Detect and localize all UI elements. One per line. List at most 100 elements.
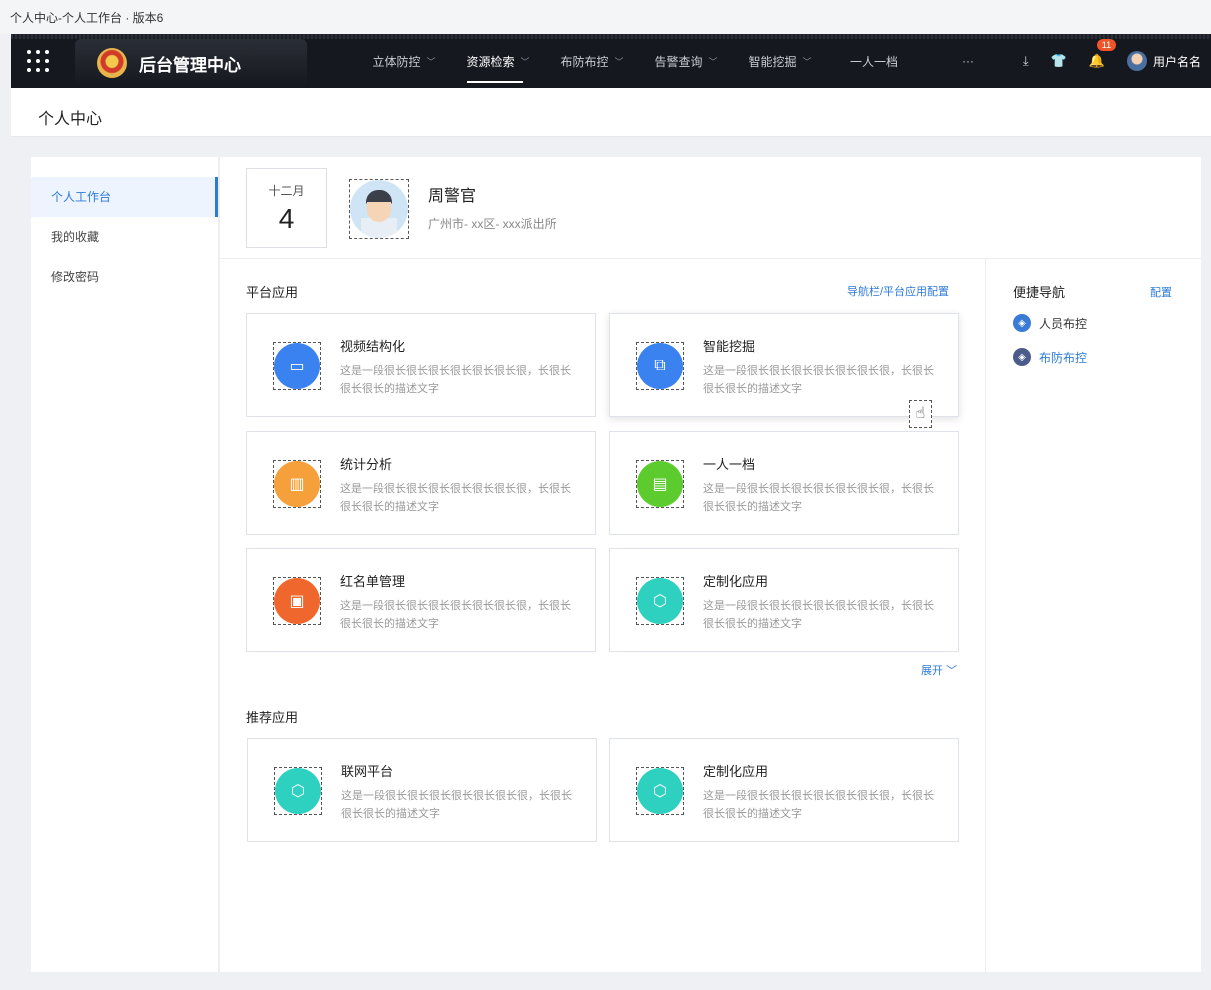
quick-nav-item-person-control[interactable]: ◈ 人员布控 xyxy=(1013,314,1087,332)
profile-address: 广州市- xx区- xxx派出所 xyxy=(428,217,557,231)
bar-chart-icon: ▥ xyxy=(274,461,320,507)
profile-doc-icon: ▤ xyxy=(637,461,683,507)
app-card[interactable]: ▤ 一人一档 这是一段很长很长很长很长很长很长很，长很长很长很长的描述文字 xyxy=(609,431,959,535)
chevron-down-icon: ﹀ xyxy=(946,665,958,677)
document-title: 个人中心-个人工作台 · 版本6 xyxy=(0,0,1211,34)
chevron-down-icon: ﹀ xyxy=(426,56,436,67)
nav-item-3d-defense[interactable]: 立体防控 ﹀ xyxy=(357,34,451,88)
more-icon: ··· xyxy=(962,54,974,68)
notification-badge: 11 xyxy=(1096,39,1117,51)
video-icon: ▭ xyxy=(274,343,320,389)
app-grid-icon xyxy=(27,50,49,72)
sidebar-item-workbench[interactable]: 个人工作台 xyxy=(31,177,218,217)
topbar-actions: ⤓ 👕 🔔 11 用户名名 xyxy=(1023,34,1201,88)
platform-apps-title: 平台应用 xyxy=(246,285,299,300)
app-card-desc: 这是一段很长很长很长很长很长很长很，长很长很长很长的描述文字 xyxy=(703,483,934,513)
quick-nav-item-deployment[interactable]: ◈ 布防布控 xyxy=(1013,348,1087,366)
app-grid-button[interactable] xyxy=(11,34,65,88)
app-card[interactable]: ▥ 统计分析 这是一段很长很长很长很长很长很长很，长很长很长很长的描述文字 xyxy=(246,431,596,535)
app-card[interactable]: ⧉ 智能挖掘 这是一段很长很长很长很长很长很长很，长很长很长很长的描述文字 xyxy=(609,313,959,417)
police-emblem-icon xyxy=(97,48,127,78)
platform-config-link[interactable]: 导航栏/平台应用配置 xyxy=(847,283,949,299)
profile-name: 周警官 xyxy=(428,188,477,205)
date-month: 十二月 xyxy=(268,184,305,198)
chevron-down-icon: ﹀ xyxy=(802,56,812,67)
app-card-desc: 这是一段很长很长很长很长很长很长很，长很长很长很长的描述文字 xyxy=(340,365,571,395)
app-card-desc: 这是一段很长很长很长很长很长很长很，长很长很长很长的描述文字 xyxy=(703,600,934,630)
brand-title: 后台管理中心 xyxy=(139,55,241,75)
nav-label: 资源检索 xyxy=(466,54,515,69)
recommended-apps-title: 推荐应用 xyxy=(246,710,299,725)
date-card: 十二月 4 xyxy=(246,168,327,248)
bell-icon[interactable]: 🔔 11 xyxy=(1089,39,1117,69)
app-card-desc: 这是一段很长很长很长很长很长很长很，长很长很长很长的描述文字 xyxy=(703,365,934,395)
date-day: 4 xyxy=(278,203,295,234)
cube-icon: ⬡ xyxy=(637,578,683,624)
nav-item-smart-mining[interactable]: 智能挖掘 ﹀ xyxy=(733,34,827,88)
sidebar-item-favorites[interactable]: 我的收藏 xyxy=(31,217,218,257)
sidebar-item-change-password[interactable]: 修改密码 xyxy=(31,257,218,297)
app-card-desc: 这是一段很长很长很长很长很长很长很，长很长很长很长的描述文字 xyxy=(340,483,571,513)
quick-nav-title: 便捷导航 xyxy=(1013,285,1066,300)
quick-nav-label: 人员布控 xyxy=(1039,316,1088,331)
nav-item-more[interactable]: ··· xyxy=(921,34,1015,88)
app-icon-frame: ▤ xyxy=(636,460,684,508)
nav-item-deployment[interactable]: 布防布控 ﹀ xyxy=(545,34,639,88)
app-card-title: 统计分析 xyxy=(340,457,393,472)
hand-cursor-icon: ☝ xyxy=(909,400,932,428)
main-content: 十二月 4 周警官 广州市- xx区- xxx派出所 平台应用 导航栏/平台应用… xyxy=(220,157,1201,972)
nav-item-person-file[interactable]: 一人一档 xyxy=(827,34,921,88)
expand-label: 展开 xyxy=(921,665,943,677)
nav-label: 告警查询 xyxy=(654,54,703,69)
app-card[interactable]: ▣ 红名单管理 这是一段很长很长很长很长很长很长很，长很长很长很长的描述文字 xyxy=(246,548,596,652)
nav-item-resource-search[interactable]: 资源检索 ﹀ xyxy=(451,34,545,88)
app-card-desc: 这是一段很长很长很长很长很长很长很，长很长很长很长的描述文字 xyxy=(341,790,572,820)
app-card-title: 定制化应用 xyxy=(703,574,769,589)
sidebar: 个人工作台 我的收藏 修改密码 xyxy=(31,157,219,972)
expand-button[interactable]: 展开 ﹀ xyxy=(921,662,957,678)
nav-label: 布防布控 xyxy=(560,54,609,69)
download-icon[interactable]: ⤓ xyxy=(1023,53,1029,69)
app-card-title: 视频结构化 xyxy=(340,339,406,354)
app-card[interactable]: ⬡ 定制化应用 这是一段很长很长很长很长很长很长很，长很长很长很长的描述文字 xyxy=(609,548,959,652)
profile-panel: 十二月 4 周警官 广州市- xx区- xxx派出所 xyxy=(220,157,1201,259)
nav-label: 智能挖掘 xyxy=(748,54,797,69)
officer-avatar-icon xyxy=(350,180,408,238)
app-icon-frame: ▣ xyxy=(273,577,321,625)
quick-nav-config-link[interactable]: 配置 xyxy=(1150,284,1172,300)
app-card[interactable]: ▭ 视频结构化 这是一段很长很长很长很长很长很长很，长很长很长很长的描述文字 xyxy=(246,313,596,417)
app-card-desc: 这是一段很长很长很长很长很长很长很，长很长很长很长的描述文字 xyxy=(703,790,934,820)
chevron-down-icon: ﹀ xyxy=(614,56,624,67)
top-navigation-bar: 后台管理中心 立体防控 ﹀ 资源检索 ﹀ 布防布控 ﹀ 告警查询 ﹀ 智能挖掘 ﹀ 一人一… xyxy=(11,34,1211,88)
app-card-title: 一人一档 xyxy=(703,457,756,472)
user-avatar[interactable] xyxy=(1126,51,1147,71)
shirt-icon[interactable]: 👕 xyxy=(1051,53,1067,69)
app-icon-frame: ▥ xyxy=(273,460,321,508)
recommended-app-card[interactable]: ⬡ 联网平台 这是一段很长很长很长很长很长很长很，长很长很长很长的描述文字 xyxy=(247,738,597,842)
app-card-title: 智能挖掘 xyxy=(703,339,756,354)
nav-item-alarm-query[interactable]: 告警查询 ﹀ xyxy=(639,34,733,88)
main-nav: 立体防控 ﹀ 资源检索 ﹀ 布防布控 ﹀ 告警查询 ﹀ 智能挖掘 ﹀ 一人一档 ··· xyxy=(357,34,1015,88)
cube-icon: ⬡ xyxy=(275,768,321,814)
quick-nav-panel: 便捷导航 配置 ◈ 人员布控 ◈ 布防布控 xyxy=(985,258,1201,972)
chevron-down-icon: ﹀ xyxy=(708,56,718,67)
tag-icon: ◈ xyxy=(1013,314,1031,332)
brand[interactable]: 后台管理中心 xyxy=(75,39,307,87)
app-card-desc: 这是一段很长很长很长很长很长很长很，长很长很长很长的描述文字 xyxy=(340,600,571,630)
app-icon-frame: ⬡ xyxy=(636,577,684,625)
officer-avatar xyxy=(349,179,409,239)
nav-label: 一人一档 xyxy=(849,54,898,69)
cube-icon: ⬡ xyxy=(637,768,683,814)
recommended-app-card[interactable]: ⬡ 定制化应用 这是一段很长很长很长很长很长很长很，长很长很长很长的描述文字 xyxy=(609,738,959,842)
app-icon-frame: ▭ xyxy=(273,342,321,390)
tag-icon: ◈ xyxy=(1013,348,1031,366)
app-card-title: 联网平台 xyxy=(341,764,394,779)
app-card-title: 定制化应用 xyxy=(703,764,769,779)
chevron-down-icon: ﹀ xyxy=(520,56,530,67)
app-icon-frame: ⬡ xyxy=(274,767,322,815)
contact-book-icon: ▣ xyxy=(274,578,320,624)
nav-label: 立体防控 xyxy=(372,54,421,69)
quick-nav-label: 布防布控 xyxy=(1039,350,1088,365)
app-icon-frame: ⧉ xyxy=(636,342,684,390)
username[interactable]: 用户名名 xyxy=(1153,53,1201,70)
